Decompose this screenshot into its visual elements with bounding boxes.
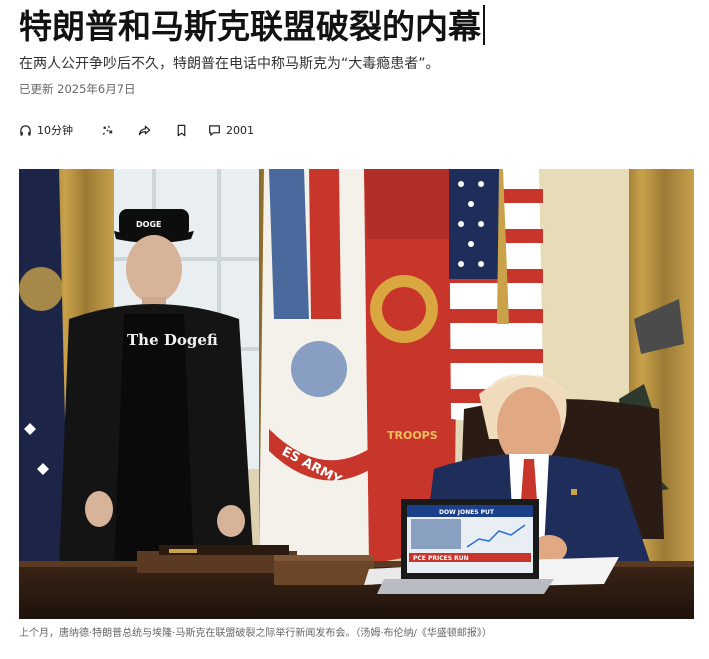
laptop-banner-text: DOW JONES PUT <box>439 509 495 516</box>
headphones-icon <box>19 124 32 137</box>
text-cursor <box>483 5 485 45</box>
lead-photo-illustration: ES ARMY TROOPS DOGE The Dogefi DOW JONES… <box>19 169 694 619</box>
bookmark-icon <box>175 124 188 137</box>
listen-duration-label: 10分钟 <box>37 124 73 137</box>
comment-icon <box>208 124 221 137</box>
shirt-text: The Dogefi <box>127 331 218 349</box>
headline-text: 特朗普和马斯克联盟破裂的内幕 <box>19 7 481 46</box>
listen-button[interactable]: 10分钟 <box>19 121 73 139</box>
photo-caption: 上个月，唐纳德·特朗普总统与埃隆·马斯克在联盟破裂之际举行新闻发布会。（汤姆·布… <box>19 628 492 639</box>
comments-button[interactable]: 2001 <box>208 121 254 139</box>
marine-flag-text: TROOPS <box>387 429 438 442</box>
laptop-ticker-text: PCE PRICES RUN <box>413 555 469 562</box>
svg-text:DOGE: DOGE <box>136 220 161 229</box>
article-dek: 在两人公开争吵后不久，特朗普在电话中称马斯克为“大毒瘾患者”。 <box>19 56 440 72</box>
gift-article-button[interactable] <box>101 121 114 139</box>
bookmark-button[interactable] <box>175 121 188 139</box>
comments-count: 2001 <box>226 123 254 137</box>
article-toolbar: 10分钟 2001 <box>19 121 254 139</box>
share-button[interactable] <box>138 121 151 139</box>
updated-timestamp: 已更新 2025年6月7日 <box>19 82 136 96</box>
lead-photo: ES ARMY TROOPS DOGE The Dogefi DOW JONES… <box>19 169 694 619</box>
article-headline: 特朗普和马斯克联盟破裂的内幕 <box>19 4 699 50</box>
share-icon <box>138 124 151 137</box>
gift-icon <box>101 124 114 137</box>
